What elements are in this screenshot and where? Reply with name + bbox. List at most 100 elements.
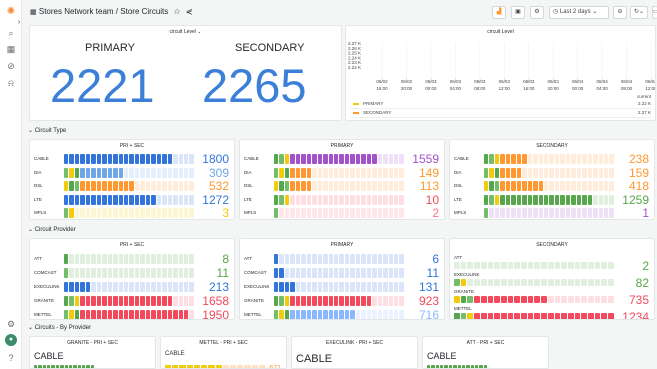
dashboards-icon[interactable]: ▦ bbox=[5, 43, 17, 55]
bar-cell bbox=[167, 296, 173, 306]
bar-cell bbox=[547, 296, 554, 303]
panel-title[interactable]: PRI + SEC bbox=[30, 242, 234, 248]
panel-title[interactable]: METTEL - PRI + SEC bbox=[161, 340, 286, 346]
bar-cell bbox=[312, 296, 317, 306]
panel-title[interactable]: ATT - PRI + SEC bbox=[423, 340, 548, 346]
zoom-out-icon[interactable]: ⊖ bbox=[613, 6, 627, 19]
y-tick-label: 2.22 K bbox=[348, 65, 361, 70]
bar-cell bbox=[388, 181, 393, 191]
bar-cell bbox=[74, 268, 80, 278]
panel-title[interactable]: EXECULINK - PRI + SEC bbox=[292, 340, 417, 346]
panel-title[interactable]: GRANITE - PRI + SEC bbox=[30, 340, 155, 346]
bar-cell bbox=[290, 167, 295, 178]
row-circuits-by-provider[interactable]: ⌄ Circuits - By Provider bbox=[28, 324, 91, 331]
bar-cell bbox=[480, 279, 487, 286]
bar-gauge bbox=[64, 268, 194, 278]
bar-cell bbox=[102, 181, 107, 191]
gear-icon[interactable]: ⚙ bbox=[5, 318, 17, 330]
bar-cell bbox=[167, 181, 173, 191]
bar-cell bbox=[323, 154, 328, 164]
legend-item[interactable]: SECONDARY 2.27 K bbox=[350, 110, 651, 118]
bar-gauge bbox=[64, 282, 194, 292]
bar-cell bbox=[183, 310, 189, 319]
bar-cell bbox=[317, 167, 323, 178]
bar-cell bbox=[399, 296, 404, 306]
bar-cell bbox=[306, 296, 312, 306]
bar-cell bbox=[162, 268, 167, 278]
bar-cell bbox=[609, 181, 614, 191]
panel-title[interactable]: circuit Level ⌄ bbox=[30, 29, 341, 35]
help-icon[interactable]: ? bbox=[5, 352, 17, 364]
bar-cell bbox=[494, 279, 500, 286]
bar-cell bbox=[167, 167, 173, 178]
bar-cell bbox=[301, 282, 306, 292]
bar-cell bbox=[467, 296, 474, 303]
search-icon[interactable]: ⌕ bbox=[5, 27, 17, 39]
bar-cell bbox=[279, 254, 284, 264]
bar-cell bbox=[372, 154, 377, 164]
explore-icon[interactable]: ⊘ bbox=[5, 60, 17, 72]
bar-cell bbox=[306, 208, 312, 218]
panel-title[interactable]: PRIMARY bbox=[240, 242, 444, 248]
bar-value: 11 bbox=[426, 266, 439, 280]
tv-mode-icon[interactable]: ▭ bbox=[652, 6, 657, 19]
bar-cell bbox=[165, 365, 172, 368]
bar-cell bbox=[538, 208, 543, 218]
bar-cell bbox=[173, 296, 178, 306]
legend-series-value: 2.22 K bbox=[637, 101, 651, 106]
bar-cell bbox=[593, 167, 598, 178]
avatar-icon[interactable]: ● bbox=[5, 334, 17, 346]
share-icon[interactable]: ⋞ bbox=[186, 7, 193, 16]
bar-cell bbox=[145, 194, 151, 205]
bar-cell bbox=[317, 310, 323, 319]
bar-value: 8 bbox=[222, 252, 229, 266]
add-panel-icon[interactable]: ▟ bbox=[492, 6, 506, 19]
bar-cell bbox=[183, 296, 189, 306]
refresh-button[interactable]: ↻⌄ bbox=[630, 6, 648, 19]
bar-cell bbox=[581, 313, 588, 319]
time-picker-button[interactable]: ◷ Last 2 days ⌄ bbox=[549, 6, 609, 19]
bar-cell bbox=[393, 310, 399, 319]
star-icon[interactable]: ☆ bbox=[174, 7, 181, 16]
bar-cell bbox=[383, 310, 388, 319]
bar-cell bbox=[576, 167, 582, 178]
bar-cell bbox=[582, 208, 587, 218]
row-circuit-type[interactable]: ⌄ Circuit Type bbox=[28, 127, 66, 134]
bar-cell bbox=[567, 313, 574, 319]
bar-cell bbox=[85, 310, 91, 319]
bar-cell bbox=[339, 194, 344, 205]
bar-cell bbox=[549, 154, 554, 164]
bar-cell bbox=[598, 167, 603, 178]
bar-cell bbox=[399, 208, 404, 218]
bar-cell bbox=[361, 181, 366, 191]
bar-cell bbox=[91, 268, 96, 278]
panel-title[interactable]: SECONDARY bbox=[450, 242, 654, 248]
bell-icon[interactable]: ⍾ bbox=[5, 77, 17, 89]
bar-cell bbox=[399, 181, 404, 191]
bar-cell bbox=[145, 167, 151, 178]
save-icon[interactable]: ▣ bbox=[511, 6, 525, 19]
folder-link[interactable]: Stores Network team bbox=[39, 7, 114, 16]
bar-cell bbox=[489, 154, 494, 164]
legend-item[interactable]: PRIMARY 2.22 K bbox=[350, 101, 651, 109]
bar-cell bbox=[118, 208, 123, 218]
circuit-level-timeseries-panel: circuit Level 2.27 K 2.26 K 2.25 K 2.24 K 2.… bbox=[345, 25, 656, 121]
bar-cell bbox=[81, 365, 86, 368]
bar-cell bbox=[534, 296, 541, 303]
bar-cell bbox=[156, 254, 162, 264]
bar-cell bbox=[593, 181, 598, 191]
panel-title[interactable]: SECONDARY bbox=[450, 143, 654, 149]
bar-cell bbox=[140, 254, 145, 264]
panel-title[interactable]: PRIMARY bbox=[240, 143, 444, 149]
dashboard-name[interactable]: Store Circuits bbox=[120, 7, 168, 16]
bar-gauge bbox=[454, 279, 614, 286]
bar-cell bbox=[156, 310, 162, 319]
bar-cell bbox=[284, 282, 290, 292]
bar-cell bbox=[178, 154, 183, 164]
bar-cell bbox=[215, 365, 222, 368]
bar-cell bbox=[323, 296, 328, 306]
bar-cell bbox=[183, 254, 189, 264]
row-circuit-provider[interactable]: ⌄ Circuit Provider bbox=[28, 226, 76, 233]
settings-icon[interactable]: ⚙ bbox=[530, 6, 544, 19]
panel-title[interactable]: PRI + SEC bbox=[30, 143, 234, 149]
